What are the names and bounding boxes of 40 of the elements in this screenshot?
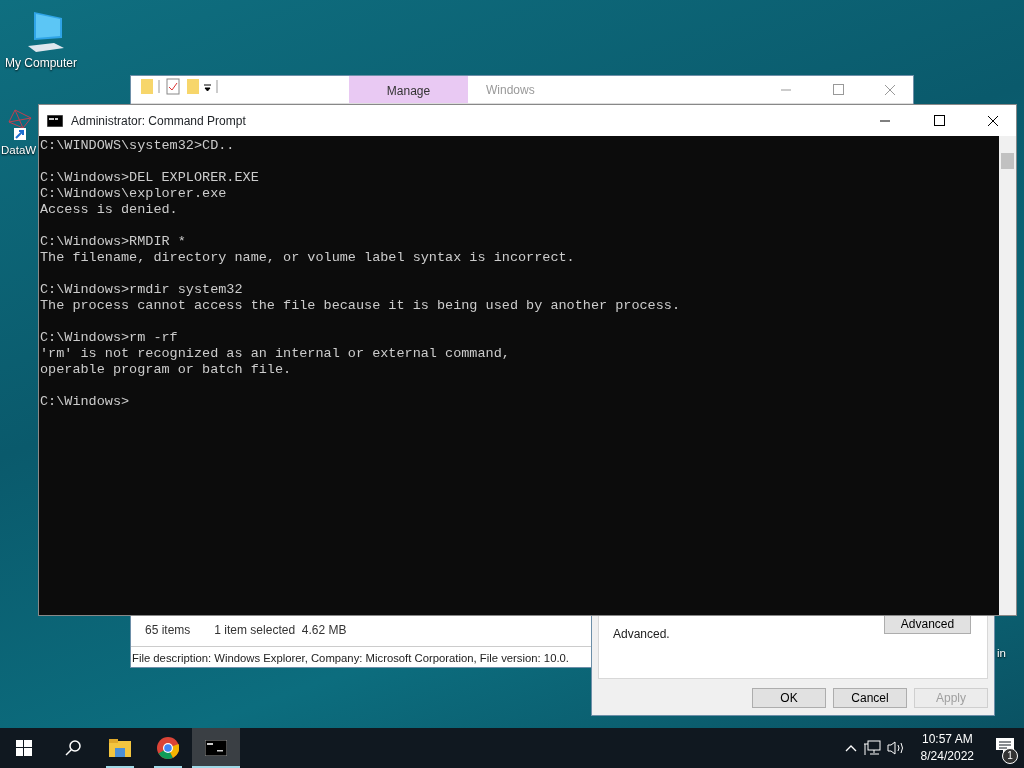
console-line: The process cannot access the file because it is being used by another process. [40,298,681,314]
advanced-button[interactable]: Advanced [884,614,971,634]
window-title: Administrator: Command Prompt [71,112,247,130]
icon-label: My Computer [5,55,77,72]
console-line: C:\Windows>rm -rf [40,330,179,346]
search-icon [63,739,81,757]
console-icon [47,114,63,127]
selection-info: 1 item selected 4.62 MB [214,622,347,639]
console-line: C:\Windows> [40,394,131,410]
console-line: C:\Windows>DEL EXPLORER.EXE [40,170,260,186]
dialog-button[interactable]: OK [752,688,826,708]
chevron-up-icon[interactable] [844,744,857,752]
console-icon [205,740,227,756]
close-icon[interactable] [986,113,1000,128]
console-line: C:\Windows>RMDIR * [40,234,187,250]
window-title: Windows [486,81,536,99]
console-line: C:\Windows\explorer.exe [40,186,228,202]
icon-label: DataW [1,143,37,158]
speaker-icon[interactable] [886,740,905,756]
ribbon-tab[interactable]: Manage [349,76,468,103]
console-line: Access is denied. [40,202,179,218]
dialog-button[interactable]: Cancel [833,688,907,708]
scrollbar[interactable] [999,136,1016,615]
folder-icon [109,739,131,757]
console-line: operable program or batch file. [40,362,293,378]
clock-date: 8/24/2022 [920,748,974,765]
console-line: C:\WINDOWS\system32>CD.. [40,138,236,154]
network-icon[interactable] [862,740,881,756]
dialog-note: Advanced. [613,626,670,643]
windows-logo-icon [16,740,32,756]
chrome-icon [157,737,179,759]
icon-label: in [997,646,1006,661]
console-line: C:\Windows>rmdir system32 [40,282,244,298]
clock[interactable]: 10:57 AM 8/24/2022 [910,731,984,765]
item-count: 65 items [145,622,191,639]
maximize-icon[interactable] [932,113,946,128]
clock-time: 10:57 AM [921,731,973,748]
console-line: 'rm' is not recognized as an internal or external command, [40,346,511,362]
taskbar-button[interactable] [192,728,240,768]
console-line: The filename, directory name, or volume label syntax is incorrect. [40,250,576,266]
